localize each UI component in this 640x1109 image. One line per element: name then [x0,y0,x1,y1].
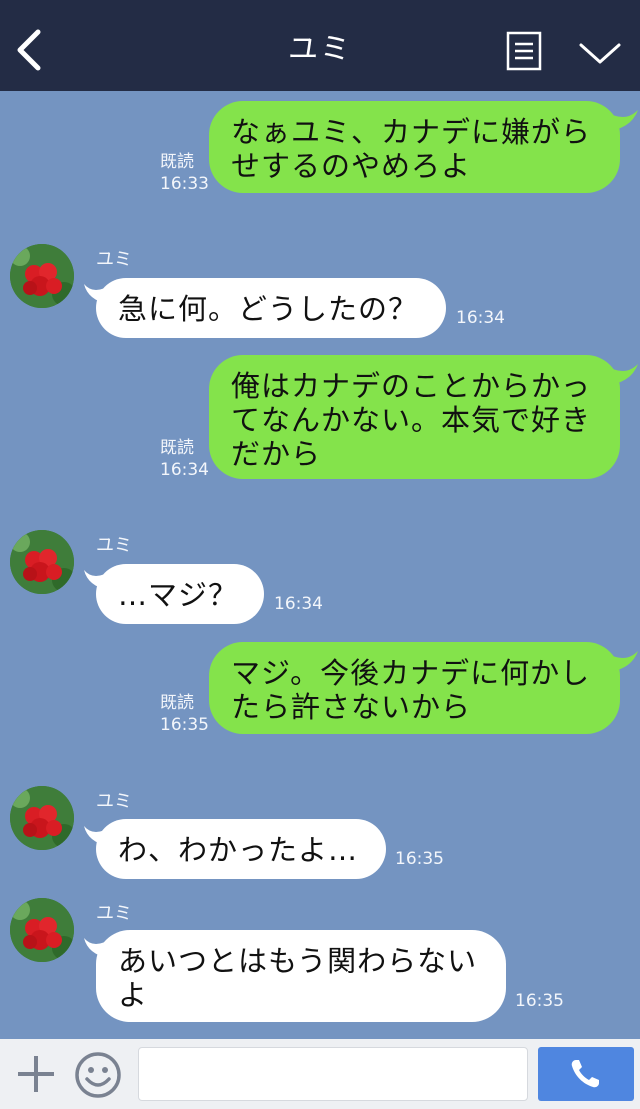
message-meta: 既読 16:33 [160,151,209,195]
bubble-tail [604,364,638,384]
read-receipt: 既読 [160,438,194,458]
message-time: 16:34 [274,594,323,614]
message-time: 16:35 [395,849,444,869]
avatar[interactable] [10,898,74,962]
message-text-line: …マジ？ [118,578,239,612]
chat-header: ユミ [0,0,640,91]
message-time: 16:34 [456,308,505,328]
message-text-line: よ [118,978,149,1012]
message-text-line: たら許さないから [231,690,472,724]
message-time: 16:34 [160,460,209,480]
sender-name: ユミ [96,535,132,556]
avatar[interactable] [10,786,74,850]
message-bubble[interactable]: なぁユミ、カナデに嫌がら せするのやめろよ [209,101,620,193]
message-bubble[interactable]: 急に何。どうしたの？ [96,278,446,338]
read-receipt: 既読 [160,693,194,713]
avatar[interactable] [10,244,74,308]
message-text-line: あいつとはもう関わらない [118,944,478,978]
message-bubble[interactable]: 俺はカナデのことからかっ てなんかない。本気で好き だから [209,355,620,479]
message-input[interactable] [138,1047,528,1101]
message-text-line: マジ。今後カナデに何かし [231,656,591,690]
avatar[interactable] [10,530,74,594]
message-time: 16:33 [160,174,209,194]
bubble-tail [604,110,638,130]
sender-name: ユミ [96,791,132,812]
message-time: 16:35 [160,715,209,735]
call-button[interactable] [538,1047,634,1101]
message-bubble[interactable]: マジ。今後カナデに何かし たら許さないから [209,642,620,734]
sender-name: ユミ [96,249,132,270]
message-meta: 既読 16:34 [160,437,209,481]
message-text-line: 俺はカナデのことからかっ [231,369,592,403]
message-text-line: だから [231,437,322,471]
phone-icon [571,1060,599,1088]
message-text-line: わ、わかったよ… [118,833,359,867]
message-meta: 既読 16:35 [160,692,209,736]
message-text-line: 急に何。どうしたの？ [118,292,419,326]
sender-name: ユミ [96,903,132,924]
read-receipt: 既読 [160,152,194,172]
message-text-line: てなんかない。本気で好き [231,403,592,437]
chat-title: ユミ [288,32,352,67]
bubble-tail [604,651,638,671]
message-bubble[interactable]: わ、わかったよ… [96,819,386,879]
message-bubble[interactable]: あいつとはもう関わらない よ [96,930,506,1022]
menu-list-icon[interactable] [506,31,542,71]
smiley-icon[interactable] [74,1051,122,1099]
message-text-line: なぁユミ、カナデに嫌がら [231,115,592,149]
input-bar [0,1039,640,1109]
message-text-line: せするのやめろよ [231,149,472,183]
message-bubble[interactable]: …マジ？ [96,564,264,624]
message-time: 16:35 [515,991,564,1011]
plus-icon[interactable] [16,1054,56,1094]
chevron-down-icon[interactable] [578,38,622,68]
